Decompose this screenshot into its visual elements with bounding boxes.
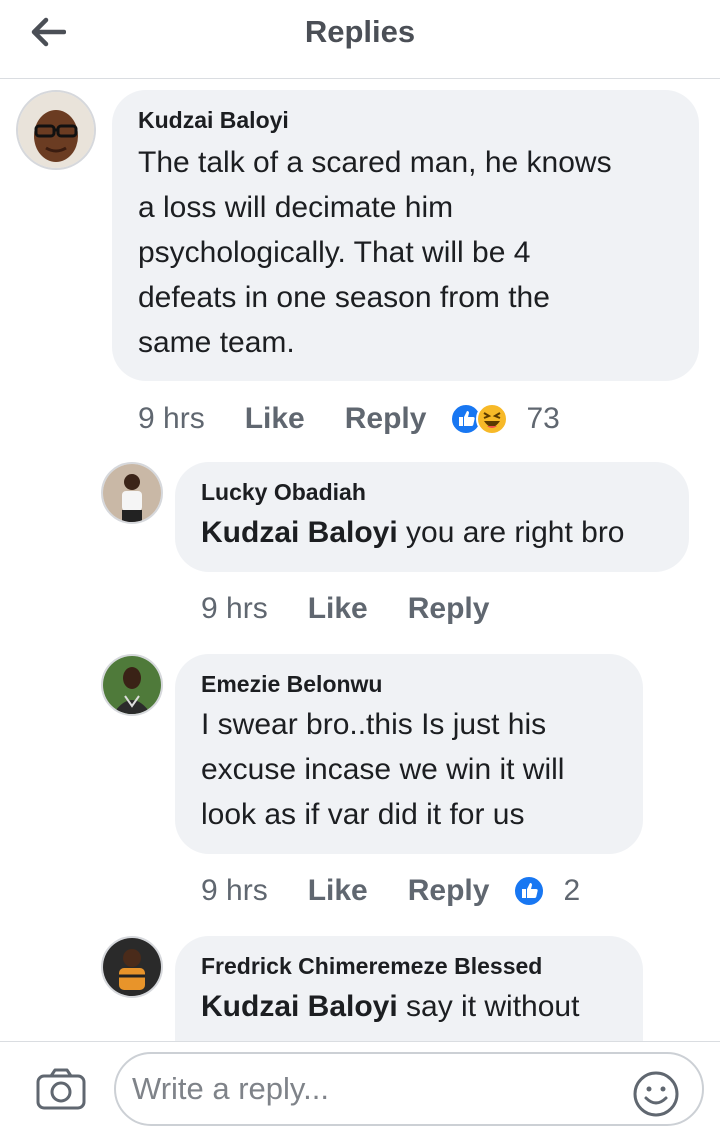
emoji-button[interactable] bbox=[632, 1070, 680, 1123]
comment-author[interactable]: Lucky Obadiah bbox=[201, 479, 663, 506]
comment-line: psychologically. That will be 4 bbox=[138, 236, 531, 269]
reply-button[interactable]: Reply bbox=[408, 874, 490, 908]
reply-comment: Fredrick Chimeremeze Blessed Kudzai Balo… bbox=[0, 936, 720, 1041]
comment-text: The talk of a scared man, he knows a los… bbox=[138, 140, 673, 365]
page-title: Replies bbox=[304, 14, 416, 49]
comment-meta: 9 hrs Like Reply 73 bbox=[138, 399, 560, 439]
comment-line: I swear bro..this Is just his bbox=[201, 708, 547, 741]
reactions[interactable]: 2 bbox=[513, 874, 580, 908]
mention-link[interactable]: Kudzai Baloyi bbox=[201, 990, 398, 1023]
comment-author[interactable]: Emezie Belonwu bbox=[201, 671, 617, 698]
like-button[interactable]: Like bbox=[308, 592, 368, 626]
comment-line: The talk of a scared man, he knows bbox=[138, 146, 612, 179]
profile-photo bbox=[18, 92, 94, 168]
comment-bubble[interactable]: Emezie Belonwu I swear bro..this Is just… bbox=[175, 654, 643, 854]
reactions[interactable]: 73 bbox=[450, 402, 560, 436]
avatar[interactable] bbox=[101, 462, 163, 524]
comment-author[interactable]: Fredrick Chimeremeze Blessed bbox=[201, 953, 617, 980]
like-button[interactable]: Like bbox=[245, 402, 305, 436]
comment-bubble[interactable]: Fredrick Chimeremeze Blessed Kudzai Balo… bbox=[175, 936, 643, 1041]
reply-button[interactable]: Reply bbox=[345, 402, 427, 436]
reply-input[interactable] bbox=[114, 1052, 704, 1126]
smiley-icon bbox=[633, 1071, 679, 1117]
comment-bubble[interactable]: Lucky Obadiah Kudzai Baloyi you are righ… bbox=[175, 462, 689, 572]
reaction-count: 73 bbox=[526, 402, 560, 435]
avatar[interactable] bbox=[16, 90, 96, 170]
comment-line: excuse incase we win it will bbox=[201, 753, 565, 786]
comment-meta: 9 hrs Like Reply 2 bbox=[201, 871, 580, 911]
top-bar: Replies bbox=[0, 0, 720, 79]
like-reaction-icon bbox=[513, 875, 546, 907]
comment-line: defeats in one season from the bbox=[138, 281, 550, 314]
camera-icon bbox=[36, 1068, 86, 1110]
avatar[interactable] bbox=[101, 654, 163, 716]
comment-text: Kudzai Baloyi say it without bbox=[201, 984, 617, 1029]
comment-text-body: say it without bbox=[397, 990, 580, 1023]
mention-link[interactable]: Kudzai Baloyi bbox=[201, 516, 398, 549]
comment-text: I swear bro..this Is just his excuse inc… bbox=[201, 702, 617, 837]
comment-timestamp[interactable]: 9 hrs bbox=[201, 592, 268, 626]
comment-timestamp[interactable]: 9 hrs bbox=[138, 402, 205, 436]
comment-author[interactable]: Kudzai Baloyi bbox=[138, 107, 673, 134]
comment-bubble[interactable]: Kudzai Baloyi The talk of a scared man, … bbox=[112, 90, 699, 381]
comment-line: same team. bbox=[138, 326, 295, 359]
comment-line: a loss will decimate him bbox=[138, 191, 454, 224]
reply-comment: Emezie Belonwu I swear bro..this Is just… bbox=[0, 654, 720, 914]
comment-meta: 9 hrs Like Reply bbox=[201, 589, 489, 629]
profile-photo bbox=[103, 656, 161, 714]
comment-line: look as if var did it for us bbox=[201, 798, 525, 831]
profile-photo bbox=[103, 938, 161, 996]
reply-button[interactable]: Reply bbox=[408, 592, 490, 626]
main-comment: Kudzai Baloyi The talk of a scared man, … bbox=[0, 79, 720, 449]
comment-text-body: you are right bro bbox=[397, 516, 625, 549]
reply-composer bbox=[0, 1041, 720, 1135]
haha-reaction-icon bbox=[476, 403, 509, 435]
comment-timestamp[interactable]: 9 hrs bbox=[201, 874, 268, 908]
camera-button[interactable] bbox=[36, 1068, 86, 1115]
like-button[interactable]: Like bbox=[308, 874, 368, 908]
reply-comment: Lucky Obadiah Kudzai Baloyi you are righ… bbox=[0, 462, 720, 632]
replies-list[interactable]: Kudzai Baloyi The talk of a scared man, … bbox=[0, 79, 720, 1041]
profile-photo bbox=[103, 464, 161, 522]
avatar[interactable] bbox=[101, 936, 163, 998]
comment-text: Kudzai Baloyi you are right bro bbox=[201, 510, 663, 555]
reaction-count: 2 bbox=[563, 874, 581, 907]
